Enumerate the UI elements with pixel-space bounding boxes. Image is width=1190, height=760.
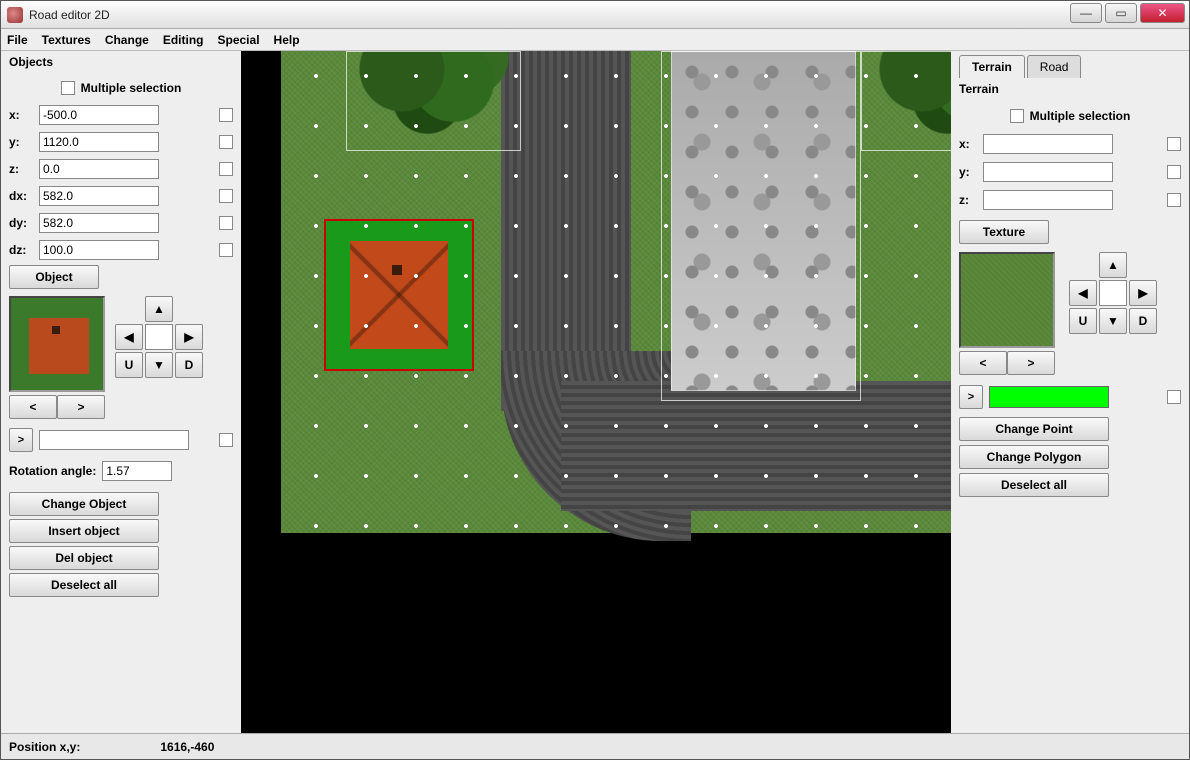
menu-special[interactable]: Special	[218, 33, 260, 47]
dx-label: dx:	[9, 189, 33, 203]
nav-left-button[interactable]: ◀	[115, 324, 143, 350]
tx-label: x:	[959, 137, 977, 151]
objects-title: Objects	[9, 55, 233, 69]
maximize-button[interactable]: ▭	[1105, 3, 1137, 23]
color-swatch[interactable]	[989, 386, 1109, 408]
dz-label: dz:	[9, 243, 33, 257]
tnav-up-button[interactable]: ▲	[1099, 252, 1127, 278]
deselect-all-button[interactable]: Deselect all	[9, 573, 159, 597]
nav-right-button[interactable]: ▶	[175, 324, 203, 350]
objects-panel: Objects Multiple selection x: y: z: dx: …	[1, 51, 241, 733]
dx-input[interactable]	[39, 186, 159, 206]
z-input[interactable]	[39, 159, 159, 179]
nav-d-button[interactable]: D	[175, 352, 203, 378]
z-checkbox[interactable]	[219, 162, 233, 176]
tx-checkbox[interactable]	[1167, 137, 1181, 151]
nav-down-button[interactable]: ▼	[145, 352, 173, 378]
x-label: x:	[9, 108, 33, 122]
ty-input[interactable]	[983, 162, 1113, 182]
status-label: Position x,y:	[9, 740, 80, 754]
x-checkbox[interactable]	[219, 108, 233, 122]
tnav-u-button[interactable]: U	[1069, 308, 1097, 334]
terrain-panel: Terrain Road Terrain Multiple selection …	[951, 51, 1189, 733]
app-icon	[7, 7, 23, 23]
tab-road[interactable]: Road	[1027, 55, 1082, 78]
dy-checkbox[interactable]	[219, 216, 233, 230]
y-checkbox[interactable]	[219, 135, 233, 149]
object-next-button[interactable]: >	[57, 395, 105, 419]
window-title: Road editor 2D	[29, 8, 1070, 22]
tnav-d-button[interactable]: D	[1129, 308, 1157, 334]
texture-button[interactable]: Texture	[959, 220, 1049, 244]
y-label: y:	[9, 135, 33, 149]
object-name-input[interactable]	[39, 430, 189, 450]
object-preview	[9, 296, 105, 392]
multiple-selection-checkbox[interactable]	[61, 81, 75, 95]
object-prev-button[interactable]: <	[9, 395, 57, 419]
tnav-left-button[interactable]: ◀	[1069, 280, 1097, 306]
tab-terrain[interactable]: Terrain	[959, 55, 1025, 78]
tnav-down-button[interactable]: ▼	[1099, 308, 1127, 334]
menu-editing[interactable]: Editing	[163, 33, 204, 47]
dx-checkbox[interactable]	[219, 189, 233, 203]
color-checkbox[interactable]	[1167, 390, 1181, 404]
tz-input[interactable]	[983, 190, 1113, 210]
close-button[interactable]: ✕	[1140, 3, 1185, 23]
nav-up-button[interactable]: ▲	[145, 296, 173, 322]
terrain-title: Terrain	[959, 82, 1181, 96]
multiple-selection-label: Multiple selection	[81, 81, 182, 95]
dz-checkbox[interactable]	[219, 243, 233, 257]
tnav-right-button[interactable]: ▶	[1129, 280, 1157, 306]
y-input[interactable]	[39, 132, 159, 152]
menubar: File Textures Change Editing Special Hel…	[1, 29, 1189, 51]
tnav-center-input[interactable]	[1099, 280, 1127, 306]
change-point-button[interactable]: Change Point	[959, 417, 1109, 441]
expand-button[interactable]: >	[9, 428, 33, 452]
tx-input[interactable]	[983, 134, 1113, 154]
terrain-multiple-label: Multiple selection	[1030, 109, 1131, 123]
terrain-navpad: ▲ ◀ ▶ U ▼ D	[1069, 252, 1157, 375]
object-name-checkbox[interactable]	[219, 433, 233, 447]
minimize-button[interactable]: —	[1070, 3, 1102, 23]
x-input[interactable]	[39, 105, 159, 125]
menu-textures[interactable]: Textures	[42, 33, 91, 47]
tz-label: z:	[959, 193, 977, 207]
rotation-input[interactable]	[102, 461, 172, 481]
object-button[interactable]: Object	[9, 265, 99, 289]
dz-input[interactable]	[39, 240, 159, 260]
menu-help[interactable]: Help	[274, 33, 300, 47]
texture-prev-button[interactable]: <	[959, 351, 1007, 375]
tz-checkbox[interactable]	[1167, 193, 1181, 207]
canvas[interactable]	[241, 51, 951, 733]
dy-label: dy:	[9, 216, 33, 230]
dy-input[interactable]	[39, 213, 159, 233]
object-navpad: ▲ ◀ ▶ U ▼ D	[115, 296, 203, 419]
terrain-multiple-checkbox[interactable]	[1010, 109, 1024, 123]
rotation-label: Rotation angle:	[9, 464, 96, 478]
menu-file[interactable]: File	[7, 33, 28, 47]
menu-change[interactable]: Change	[105, 33, 149, 47]
texture-next-button[interactable]: >	[1007, 351, 1055, 375]
ty-checkbox[interactable]	[1167, 165, 1181, 179]
terrain-deselect-button[interactable]: Deselect all	[959, 473, 1109, 497]
insert-object-button[interactable]: Insert object	[9, 519, 159, 543]
color-expand-button[interactable]: >	[959, 385, 983, 409]
change-object-button[interactable]: Change Object	[9, 492, 159, 516]
nav-u-button[interactable]: U	[115, 352, 143, 378]
del-object-button[interactable]: Del object	[9, 546, 159, 570]
nav-center-input[interactable]	[145, 324, 173, 350]
change-polygon-button[interactable]: Change Polygon	[959, 445, 1109, 469]
status-value: 1616,-460	[160, 740, 214, 754]
z-label: z:	[9, 162, 33, 176]
ty-label: y:	[959, 165, 977, 179]
texture-preview	[959, 252, 1055, 348]
titlebar: Road editor 2D — ▭ ✕	[1, 1, 1189, 29]
status-bar: Position x,y: 1616,-460	[1, 733, 1189, 759]
